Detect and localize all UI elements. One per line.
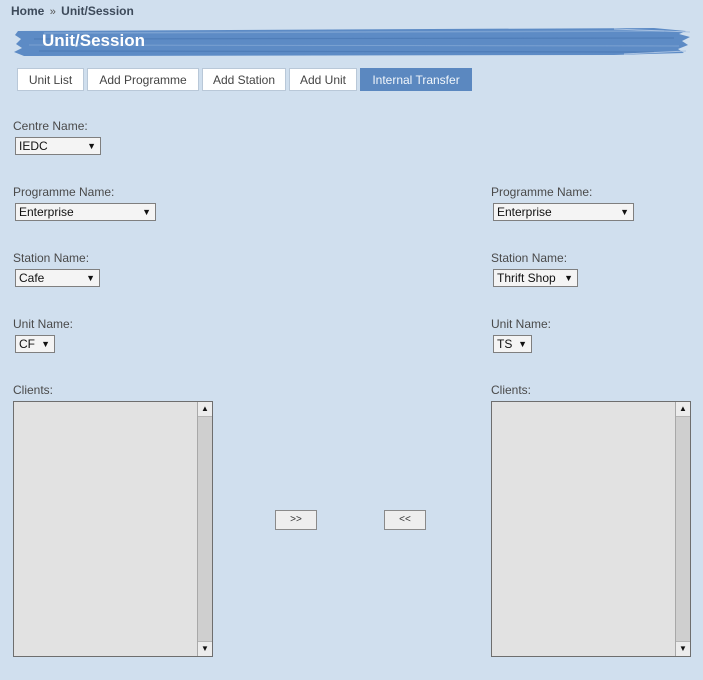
source-unit-label: Unit Name: <box>13 317 74 331</box>
source-clients-label: Clients: <box>13 383 54 397</box>
chevron-down-icon: ▼ <box>87 141 96 151</box>
scroll-up-icon[interactable]: ▲ <box>198 402 212 417</box>
scroll-down-icon[interactable]: ▼ <box>198 641 212 656</box>
page-title: Unit/Session <box>42 31 145 50</box>
target-station-select[interactable]: Thrift Shop ▼ <box>493 269 578 287</box>
move-right-button[interactable]: >> <box>275 510 317 530</box>
breadcrumb-separator: » <box>49 6 56 18</box>
chevron-down-icon: ▼ <box>620 207 629 217</box>
target-station-value: Thrift Shop <box>497 271 556 285</box>
target-programme-select[interactable]: Enterprise ▼ <box>493 203 634 221</box>
chevron-down-icon: ▼ <box>142 207 151 217</box>
chevron-down-icon: ▼ <box>41 339 50 349</box>
centre-name-select[interactable]: IEDC ▼ <box>15 137 101 155</box>
target-unit-value: TS <box>497 337 513 351</box>
page-header: Unit/Session <box>14 25 690 57</box>
centre-name-value: IEDC <box>19 139 48 153</box>
scroll-up-icon[interactable]: ▲ <box>676 402 690 417</box>
target-station-label: Station Name: <box>491 251 568 265</box>
target-clients-label: Clients: <box>491 383 532 397</box>
source-programme-label: Programme Name: <box>13 185 115 199</box>
scroll-down-icon[interactable]: ▼ <box>676 641 690 656</box>
chevron-down-icon: ▼ <box>564 273 573 283</box>
source-station-value: Cafe <box>19 271 45 285</box>
target-clients-scrollbar[interactable]: ▲ ▼ <box>675 402 690 656</box>
breadcrumb-current: Unit/Session <box>61 4 134 18</box>
breadcrumb: Home » Unit/Session <box>11 4 134 18</box>
chevron-down-icon: ▼ <box>86 273 95 283</box>
tab-add-station[interactable]: Add Station <box>202 68 286 91</box>
source-programme-value: Enterprise <box>19 205 74 219</box>
source-clients-listbox[interactable]: ▲ ▼ <box>13 401 213 657</box>
source-unit-select[interactable]: CF ▼ <box>15 335 55 353</box>
target-unit-select[interactable]: TS ▼ <box>493 335 532 353</box>
scroll-track[interactable] <box>198 417 212 641</box>
tab-add-unit[interactable]: Add Unit <box>289 68 357 91</box>
move-left-button[interactable]: << <box>384 510 426 530</box>
source-programme-select[interactable]: Enterprise ▼ <box>15 203 156 221</box>
breadcrumb-home-link[interactable]: Home <box>11 4 44 18</box>
source-clients-scrollbar[interactable]: ▲ ▼ <box>197 402 212 656</box>
centre-name-label: Centre Name: <box>13 119 88 133</box>
source-station-label: Station Name: <box>13 251 90 265</box>
source-unit-value: CF <box>19 337 35 351</box>
target-clients-listbox[interactable]: ▲ ▼ <box>491 401 691 657</box>
tab-unit-list[interactable]: Unit List <box>17 68 84 91</box>
source-station-select[interactable]: Cafe ▼ <box>15 269 100 287</box>
target-programme-value: Enterprise <box>497 205 552 219</box>
tab-internal-transfer[interactable]: Internal Transfer <box>360 68 472 91</box>
chevron-down-icon: ▼ <box>518 339 527 349</box>
tab-add-programme[interactable]: Add Programme <box>87 68 199 91</box>
target-programme-label: Programme Name: <box>491 185 593 199</box>
scroll-track[interactable] <box>676 417 690 641</box>
target-unit-label: Unit Name: <box>491 317 552 331</box>
